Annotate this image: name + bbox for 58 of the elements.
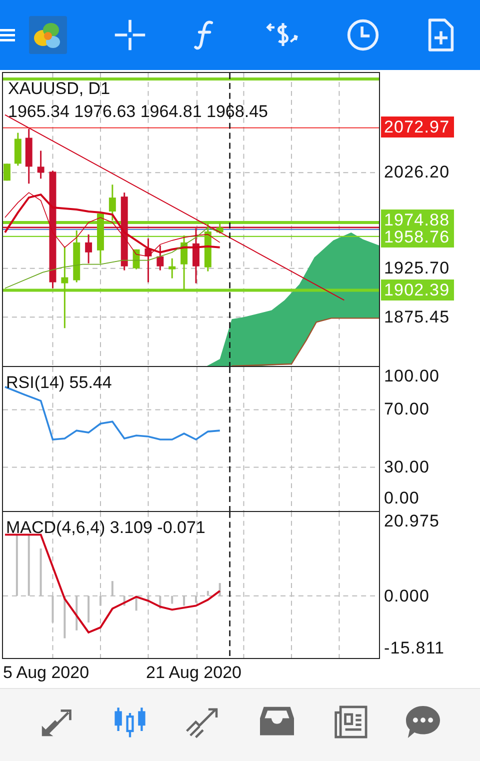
histogram-bar xyxy=(171,596,174,604)
histogram-bar xyxy=(64,596,66,638)
scale-label: 30.00 xyxy=(383,456,430,478)
clock-icon[interactable] xyxy=(346,18,380,52)
candle xyxy=(204,223,212,272)
menu-icon[interactable] xyxy=(0,27,16,43)
scale-label: 70.00 xyxy=(383,398,430,420)
candle xyxy=(73,230,80,282)
histogram-bar xyxy=(76,596,78,630)
chat-bubble-icon[interactable] xyxy=(405,705,442,739)
candle xyxy=(25,128,32,184)
app-logo-icon[interactable] xyxy=(29,16,67,54)
candle xyxy=(180,235,188,290)
histogram-bar xyxy=(111,581,114,596)
candle xyxy=(216,222,224,234)
price-label: 1925.70 xyxy=(383,258,450,278)
indicator-title: RSI(14) 55.44 xyxy=(6,373,112,393)
price-tag: 1902.39 xyxy=(381,280,454,300)
newspaper-icon[interactable] xyxy=(332,705,368,739)
price-tag: 2072.97 xyxy=(381,116,454,138)
scale-label: 0.00 xyxy=(383,488,420,508)
scale-label: 100.00 xyxy=(383,366,440,386)
date-label: 5 Aug 2020 xyxy=(3,663,90,683)
histogram-bar xyxy=(183,596,186,606)
histogram-bar xyxy=(194,596,197,603)
candle xyxy=(144,238,152,282)
candle xyxy=(168,258,176,278)
histogram-bar xyxy=(52,596,54,622)
scale-label: 0.000 xyxy=(383,586,430,606)
candle xyxy=(192,228,200,284)
price-label: 1875.45 xyxy=(383,306,450,328)
candle xyxy=(85,234,92,264)
scale-label: -15.811 xyxy=(383,638,445,658)
histogram-bar xyxy=(135,596,138,611)
indicator-title: MACD(4,6,4) 3.109 -0.071 xyxy=(6,518,206,538)
ohlc-values: 1965.34 1976.63 1964.81 1968.45 xyxy=(8,102,268,122)
candle xyxy=(97,214,104,264)
symbol-label: XAUUSD, D1 xyxy=(8,79,112,99)
histogram-bar xyxy=(28,534,30,596)
histogram-bar xyxy=(40,548,42,596)
histogram-bar xyxy=(159,596,162,609)
candle xyxy=(156,245,164,270)
histogram-bar xyxy=(16,534,18,596)
histogram-bar xyxy=(218,583,221,596)
histogram-bar xyxy=(123,596,126,606)
histogram-bar xyxy=(206,590,209,596)
scale-label: 20.975 xyxy=(383,510,440,532)
crosshair-icon[interactable] xyxy=(113,18,147,52)
candle xyxy=(108,184,116,220)
new-file-icon[interactable] xyxy=(427,18,455,52)
price-label: 2026.20 xyxy=(383,162,450,182)
candle xyxy=(37,150,44,179)
histogram-bar xyxy=(88,596,90,622)
date-label: 21 Aug 2020 xyxy=(146,663,242,683)
candle xyxy=(4,164,10,181)
histogram-bar xyxy=(147,596,150,601)
candlestick-icon[interactable] xyxy=(112,705,148,739)
candle xyxy=(14,132,22,166)
